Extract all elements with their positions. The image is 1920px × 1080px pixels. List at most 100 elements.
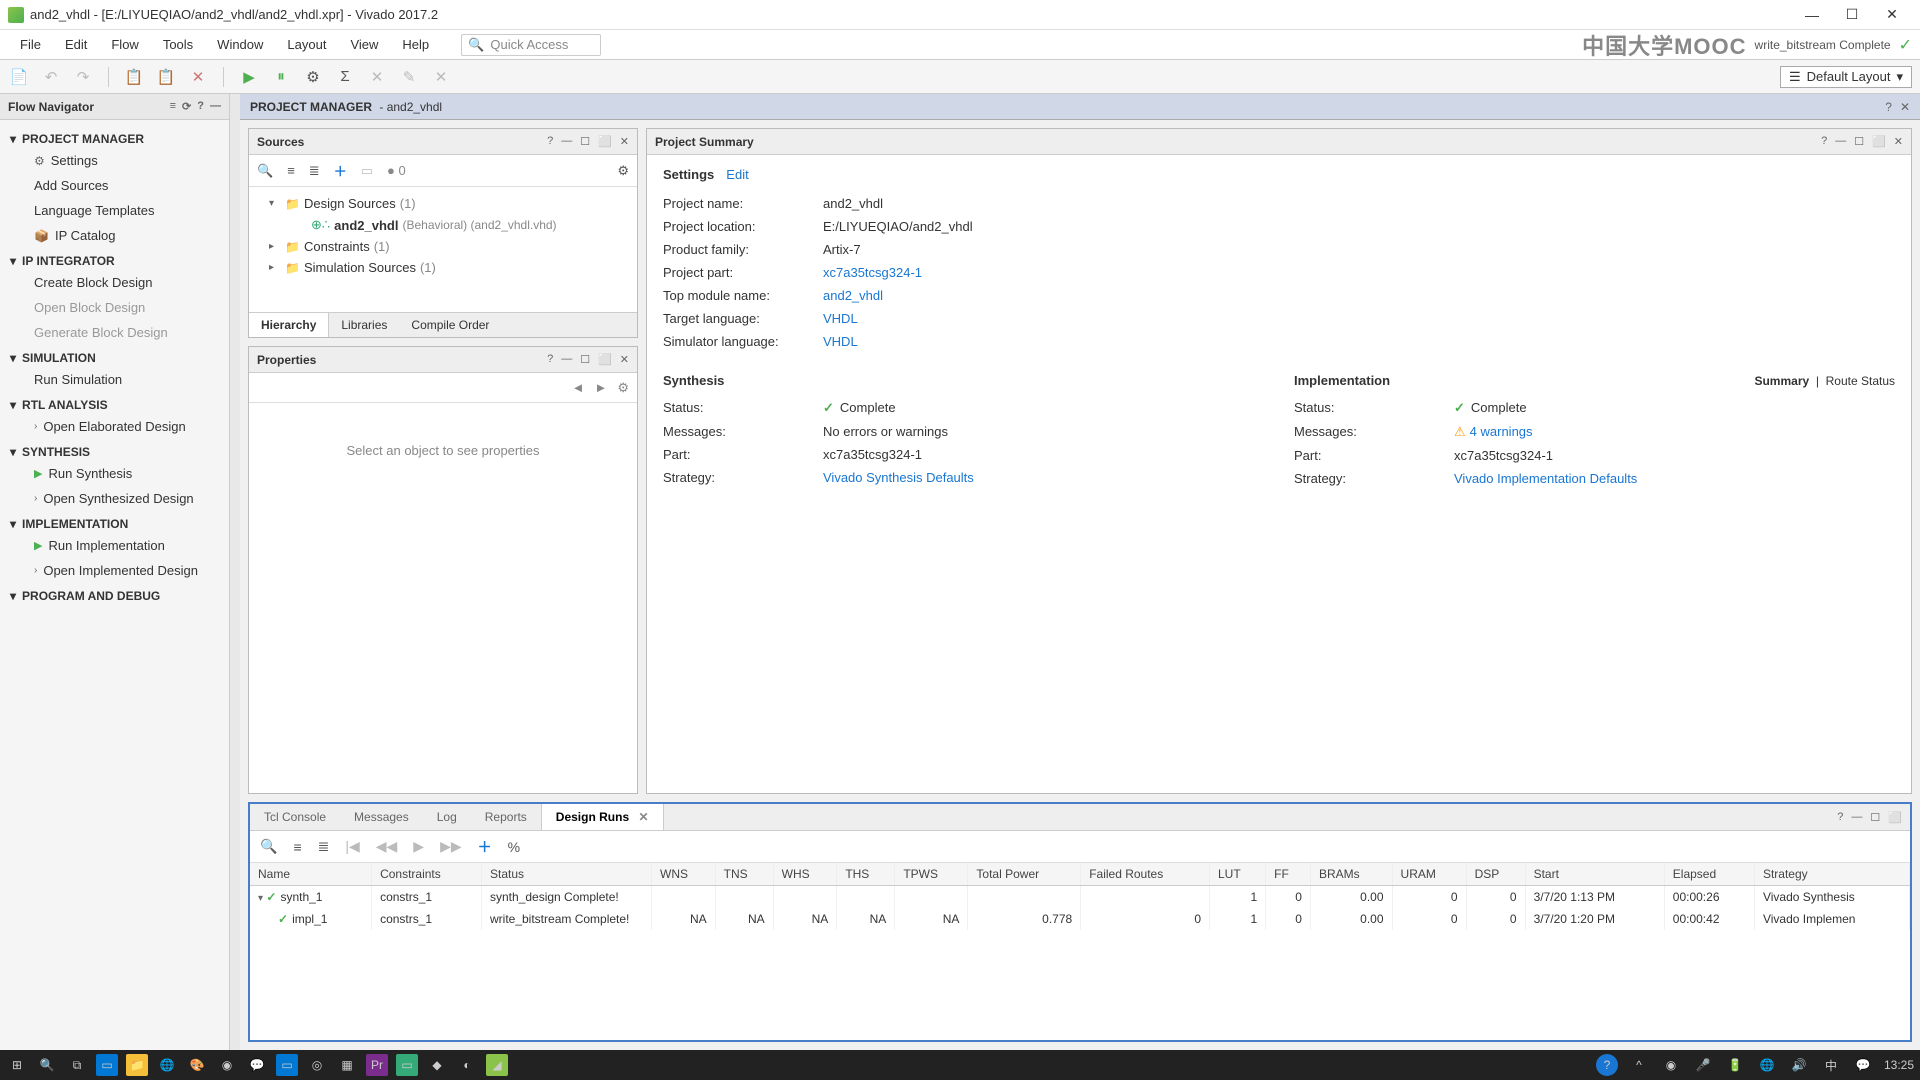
col-ff[interactable]: FF (1266, 863, 1311, 886)
nav-program-debug[interactable]: ▾PROGRAM AND DEBUG (0, 583, 229, 605)
first-icon[interactable]: |◀ (345, 838, 359, 855)
delete-icon[interactable]: ✕ (187, 66, 209, 88)
chevron-right-icon[interactable]: ▸ (269, 241, 281, 252)
sigma-icon[interactable]: Σ (334, 66, 356, 88)
tray-volume-icon[interactable]: 🔊 (1788, 1054, 1810, 1076)
settings-icon[interactable]: ⚙ (302, 66, 324, 88)
col-whs[interactable]: WHS (773, 863, 837, 886)
close-icon[interactable]: ✕ (1894, 135, 1903, 148)
prev-icon[interactable]: ◄ (572, 380, 585, 395)
close-icon[interactable]: ✕ (620, 135, 629, 148)
help-icon[interactable]: ? (197, 100, 204, 113)
task-view-icon[interactable]: ⧉ (66, 1054, 88, 1076)
prev-icon[interactable]: ◀◀ (376, 838, 398, 855)
app-icon[interactable]: ▭ (396, 1054, 418, 1076)
tray-notification-icon[interactable]: 💬 (1852, 1054, 1874, 1076)
chevron-down-icon[interactable]: ▾ (269, 198, 281, 209)
value-project-part[interactable]: xc7a35tcsg324-1 (823, 265, 922, 280)
cancel-icon[interactable]: ✕ (366, 66, 388, 88)
edge-icon[interactable]: 🌐 (156, 1054, 178, 1076)
menu-tools[interactable]: Tools (151, 33, 205, 56)
nav-ip-catalog[interactable]: 📦IP Catalog (0, 223, 229, 248)
minimize-icon[interactable]: — (561, 353, 572, 366)
tab-compile-order[interactable]: Compile Order (399, 313, 501, 337)
app-icon[interactable]: ◎ (306, 1054, 328, 1076)
tray-chevron-icon[interactable]: ^ (1628, 1054, 1650, 1076)
play-icon[interactable]: ▶ (413, 838, 424, 855)
restore-icon[interactable]: ☐ (580, 353, 590, 366)
chevron-down-icon[interactable]: ▾ (258, 893, 263, 904)
nav-simulation[interactable]: ▾SIMULATION (0, 345, 229, 367)
search-icon[interactable]: 🔍 (36, 1054, 58, 1076)
col-lut[interactable]: LUT (1210, 863, 1266, 886)
impl-strategy[interactable]: Vivado Implementation Defaults (1454, 471, 1637, 486)
nav-run-synthesis[interactable]: ▶Run Synthesis (0, 461, 229, 486)
col-name[interactable]: Name (250, 863, 372, 886)
tab-impl-summary[interactable]: Summary (1754, 374, 1809, 388)
help-icon[interactable]: ? (1885, 100, 1892, 114)
flownav-scrollbar[interactable] (230, 94, 240, 1050)
col-tns[interactable]: TNS (715, 863, 773, 886)
maximize-icon[interactable]: ⬜ (598, 353, 612, 366)
paste-icon[interactable]: 📋 (155, 66, 177, 88)
nav-run-implementation[interactable]: ▶Run Implementation (0, 533, 229, 558)
nav-ip-integrator[interactable]: ▾IP INTEGRATOR (0, 248, 229, 270)
minimize-button[interactable]: — (1792, 1, 1832, 29)
close-panel-icon[interactable]: ✕ (1900, 100, 1910, 114)
restore-icon[interactable]: ☐ (580, 135, 590, 148)
search-icon[interactable]: 🔍 (260, 838, 277, 855)
next-icon[interactable]: ► (594, 380, 607, 395)
tab-design-runs[interactable]: Design Runs ✕ (541, 804, 664, 830)
stop-icon[interactable]: ✕ (430, 66, 452, 88)
restore-icon[interactable]: ☐ (1854, 135, 1864, 148)
tab-impl-route-status[interactable]: Route Status (1826, 374, 1895, 388)
menu-flow[interactable]: Flow (99, 33, 150, 56)
app-icon[interactable]: ▭ (276, 1054, 298, 1076)
nav-add-sources[interactable]: Add Sources (0, 173, 229, 198)
menu-file[interactable]: File (8, 33, 53, 56)
start-button[interactable]: ⊞ (6, 1054, 28, 1076)
add-icon[interactable]: ＋ (334, 161, 347, 180)
col-status[interactable]: Status (482, 863, 652, 886)
col-tpws[interactable]: TPWS (895, 863, 968, 886)
run-step-icon[interactable]: ⏸ (270, 66, 292, 88)
next-icon[interactable]: ▶▶ (440, 838, 462, 855)
maximize-icon[interactable]: ⬜ (1888, 811, 1902, 824)
new-project-icon[interactable]: 📄 (8, 66, 30, 88)
redo-icon[interactable]: ↷ (72, 66, 94, 88)
tray-icon[interactable]: ◉ (1660, 1054, 1682, 1076)
messages-badge[interactable]: ● 0 (387, 163, 406, 178)
nav-run-simulation[interactable]: Run Simulation (0, 367, 229, 392)
layout-selector[interactable]: ☰ Default Layout ▾ (1780, 66, 1912, 88)
minimize-icon[interactable]: — (1835, 135, 1846, 148)
maximize-icon[interactable]: ⬜ (1872, 135, 1886, 148)
col-ths[interactable]: THS (837, 863, 895, 886)
explorer-icon[interactable]: 📁 (126, 1054, 148, 1076)
tray-network-icon[interactable]: 🌐 (1756, 1054, 1778, 1076)
maximize-icon[interactable]: ⬜ (598, 135, 612, 148)
nav-open-synthesized-design[interactable]: ›Open Synthesized Design (0, 486, 229, 511)
tab-messages[interactable]: Messages (340, 804, 423, 830)
col-wns[interactable]: WNS (652, 863, 716, 886)
close-button[interactable]: ✕ (1872, 1, 1912, 29)
copy-icon[interactable]: 📋 (123, 66, 145, 88)
col-brams[interactable]: BRAMs (1310, 863, 1392, 886)
nav-implementation[interactable]: ▾IMPLEMENTATION (0, 511, 229, 533)
nav-generate-block-design[interactable]: Generate Block Design (0, 320, 229, 345)
gear-icon[interactable]: ⚙ (617, 163, 629, 179)
menu-edit[interactable]: Edit (53, 33, 99, 56)
close-icon[interactable]: ✕ (620, 353, 629, 366)
gear-icon[interactable]: ⚙ (617, 380, 629, 396)
nav-synthesis[interactable]: ▾SYNTHESIS (0, 439, 229, 461)
help-icon[interactable]: ? (547, 135, 553, 148)
app-icon[interactable]: ◐ (456, 1054, 478, 1076)
expand-all-icon[interactable]: ≣ (309, 163, 320, 179)
clock[interactable]: 13:25 (1884, 1058, 1914, 1072)
nav-rtl-analysis[interactable]: ▾RTL ANALYSIS (0, 392, 229, 414)
nav-language-templates[interactable]: Language Templates (0, 198, 229, 223)
col-uram[interactable]: URAM (1392, 863, 1466, 886)
collapse-all-icon[interactable]: ≡ (287, 163, 295, 178)
app-icon[interactable]: ◆ (426, 1054, 448, 1076)
tab-libraries[interactable]: Libraries (329, 313, 399, 337)
collapse-icon[interactable]: ≡ (293, 839, 301, 855)
